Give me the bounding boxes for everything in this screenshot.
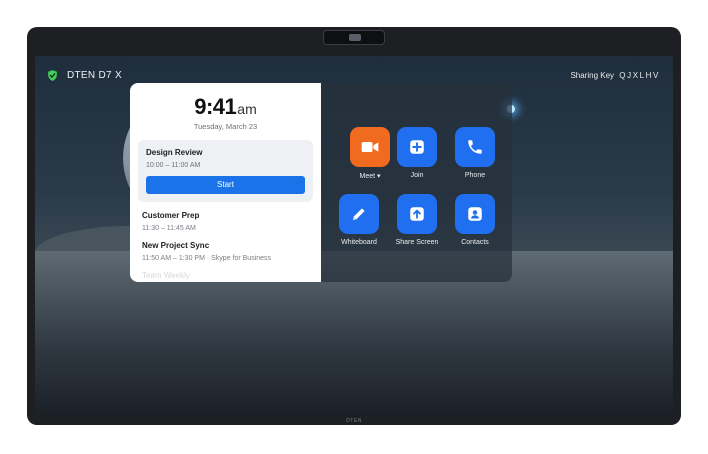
start-meeting-button[interactable]: Start (146, 176, 305, 194)
meeting-list-item[interactable]: Team Weekly (130, 271, 321, 280)
meet-tile[interactable] (350, 127, 390, 167)
meet-label-text: Meet (359, 173, 376, 180)
share-screen-app[interactable]: Share Screen (386, 194, 448, 246)
join-label: Join (410, 172, 424, 179)
sharing-key: Sharing Key QJXLHV (570, 71, 660, 80)
meeting-title: Team Weekly (142, 271, 190, 280)
phone-app[interactable]: Phone (444, 127, 506, 179)
phone-tile[interactable] (455, 127, 495, 167)
chevron-down-icon[interactable]: ▾ (377, 173, 381, 180)
meeting-title: Customer Prep (142, 211, 200, 220)
device-name: DTEN D7 X (67, 70, 122, 81)
sharing-key-value: QJXLHV (619, 71, 660, 80)
clock: 9:41am (130, 94, 321, 120)
clock-date: Tuesday, March 23 (193, 122, 258, 131)
meeting-time: 11:50 AM – 1:30 PM · Skype for Business (142, 255, 272, 262)
join-tile[interactable] (397, 127, 437, 167)
clock-ampm: am (237, 101, 257, 117)
whiteboard-app[interactable]: Whiteboard (328, 194, 390, 246)
device-brand: DTEN D7 X (46, 69, 122, 82)
plus-icon (410, 140, 424, 154)
share-screen-label: Share Screen (395, 239, 439, 246)
pencil-icon (353, 208, 365, 220)
meeting-list-item[interactable]: New Project Sync 11:50 AM – 1:30 PM · Sk… (130, 241, 321, 262)
meeting-time: 10:00 – 11:00 AM (146, 162, 201, 169)
current-meeting-card[interactable]: Design Review 10:00 – 11:00 AM Start (138, 140, 313, 202)
device-logo: DTEN (346, 418, 362, 424)
meeting-title: Design Review (146, 148, 203, 157)
whiteboard-tile[interactable] (339, 194, 379, 234)
phone-label: Phone (464, 172, 486, 179)
clock-time: 9:41 (194, 94, 237, 119)
contacts-app[interactable]: Contacts (444, 194, 506, 246)
sharing-key-label: Sharing Key (570, 71, 615, 80)
camera-module (323, 30, 385, 45)
contact-icon (468, 207, 482, 221)
app-launcher-panel: Meet ▾ Join Phone Whiteboard Share Scree… (321, 83, 512, 282)
whiteboard-label: Whiteboard (341, 239, 377, 246)
calendar-panel: 9:41am Tuesday, March 23 Design Review 1… (130, 83, 321, 282)
meeting-time: 11:30 – 11:45 AM (142, 225, 196, 232)
camera-lens (349, 34, 361, 41)
contacts-tile[interactable] (455, 194, 495, 234)
join-app[interactable]: Join (386, 127, 448, 179)
meeting-title: New Project Sync (142, 241, 210, 250)
video-camera-icon (361, 142, 379, 152)
contacts-label: Contacts (461, 239, 489, 246)
share-screen-tile[interactable] (397, 194, 437, 234)
phone-icon (468, 140, 482, 154)
meeting-list-item[interactable]: Customer Prep 11:30 – 11:45 AM (130, 211, 321, 232)
upload-icon (410, 207, 424, 221)
shield-check-icon (48, 70, 57, 81)
